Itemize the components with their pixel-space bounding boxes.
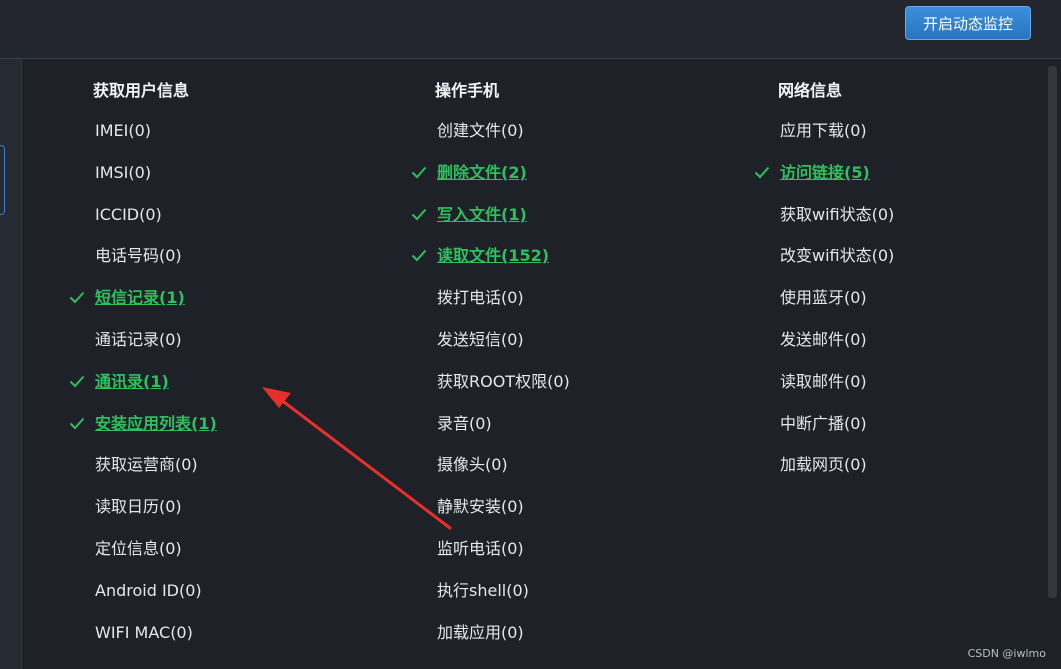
- item-label: IMSI(0): [95, 162, 152, 182]
- item-label: 改变wifi状态(0): [780, 246, 895, 266]
- check-icon: [411, 235, 429, 277]
- left-sidebar-strip: [0, 59, 22, 669]
- list-item: IMEI(0): [95, 110, 217, 152]
- item-label: 加载应用(0): [437, 622, 524, 642]
- item-label: 获取ROOT权限(0): [437, 371, 570, 391]
- start-dynamic-monitor-button[interactable]: 开启动态监控: [905, 6, 1031, 40]
- check-icon: [411, 152, 429, 194]
- item-label: Android ID(0): [95, 580, 202, 600]
- item-label: 发送短信(0): [437, 329, 524, 349]
- scrollbar[interactable]: [1048, 66, 1057, 598]
- column-title: 网络信息: [778, 81, 843, 100]
- list-item: 中断广播(0): [780, 403, 894, 445]
- list-item: 使用蓝牙(0): [780, 277, 894, 319]
- list-item[interactable]: 删除文件(2): [411, 152, 570, 194]
- list-item: 发送短信(0): [437, 319, 570, 361]
- item-label: 创建文件(0): [437, 121, 524, 140]
- item-label: 应用下载(0): [780, 121, 867, 140]
- watermark: CSDN @iwlmo: [967, 647, 1046, 660]
- list-item: 发送邮件(0): [780, 319, 894, 361]
- item-label: 发送邮件(0): [780, 329, 867, 349]
- item-link[interactable]: 访问链接(5): [780, 163, 870, 182]
- list-item: 获取运营商(0): [95, 444, 217, 486]
- item-label: 录音(0): [437, 413, 492, 433]
- check-icon: [69, 361, 87, 403]
- item-label: 获取运营商(0): [95, 455, 198, 475]
- check-icon: [411, 194, 429, 236]
- item-label: 使用蓝牙(0): [780, 288, 867, 308]
- list-item[interactable]: 写入文件(1): [411, 194, 570, 236]
- check-icon: [69, 403, 87, 445]
- list-item: WIFI MAC(0): [95, 612, 217, 654]
- check-icon: [754, 152, 772, 194]
- list-item: Android ID(0): [95, 570, 217, 612]
- item-link[interactable]: 读取文件(152): [437, 246, 549, 265]
- list-item: IMSI(0): [95, 152, 217, 194]
- list-item: ICCID(0): [95, 194, 217, 236]
- item-link[interactable]: 写入文件(1): [437, 205, 527, 224]
- item-link[interactable]: 安装应用列表(1): [95, 414, 217, 433]
- item-label: 执行shell(0): [437, 580, 529, 600]
- list-item: 电话号码(0): [95, 235, 217, 277]
- item-label: 读取邮件(0): [780, 371, 867, 391]
- check-icon: [69, 277, 87, 319]
- column-title: 获取用户信息: [93, 81, 190, 100]
- column-network-info: 网络信息 应用下载(0) 访问链接(5) 获取wifi状态(0) 改变wifi状态(0…: [754, 72, 894, 486]
- item-label: 读取日历(0): [95, 497, 182, 517]
- list-item[interactable]: 短信记录(1): [69, 277, 217, 319]
- list-item: 通话记录(0): [95, 319, 217, 361]
- list-item[interactable]: 安装应用列表(1): [69, 403, 217, 445]
- list-item: 执行shell(0): [437, 570, 570, 612]
- column-title: 操作手机: [435, 81, 500, 100]
- sidebar-tab-edge[interactable]: [0, 145, 5, 215]
- item-label: 摄像头(0): [437, 455, 508, 475]
- item-label: 电话号码(0): [95, 246, 182, 266]
- item-label: 中断广播(0): [780, 413, 867, 433]
- list-item: 加载应用(0): [437, 612, 570, 654]
- item-label: ICCID(0): [95, 204, 162, 224]
- list-item: 定位信息(0): [95, 528, 217, 570]
- list-item: 获取ROOT权限(0): [437, 361, 570, 403]
- list-item: 摄像头(0): [437, 444, 570, 486]
- list-item[interactable]: 读取文件(152): [411, 235, 570, 277]
- item-label: 监听电话(0): [437, 538, 524, 558]
- item-label: 拨打电话(0): [437, 288, 524, 308]
- list-item: 创建文件(0): [437, 110, 570, 152]
- list-item: 读取日历(0): [95, 486, 217, 528]
- list-item: 读取邮件(0): [780, 361, 894, 403]
- item-label: IMEI(0): [95, 121, 152, 140]
- item-label: 获取wifi状态(0): [780, 204, 895, 224]
- list-item: 监听电话(0): [437, 528, 570, 570]
- list-item: 加载网页(0): [780, 444, 894, 486]
- item-label: 定位信息(0): [95, 538, 182, 558]
- column-user-info: 获取用户信息 IMEI(0) IMSI(0) ICCID(0) 电话号码(0) 短信记录…: [69, 72, 217, 654]
- list-item[interactable]: 通讯录(1): [69, 361, 217, 403]
- item-label: 加载网页(0): [780, 455, 867, 475]
- list-item: 拨打电话(0): [437, 277, 570, 319]
- item-link[interactable]: 删除文件(2): [437, 163, 527, 182]
- item-label: 通话记录(0): [95, 329, 182, 349]
- list-item: 应用下载(0): [780, 110, 894, 152]
- list-item[interactable]: 访问链接(5): [754, 152, 894, 194]
- item-link[interactable]: 短信记录(1): [95, 288, 185, 307]
- item-link[interactable]: 通讯录(1): [95, 372, 169, 391]
- item-label: WIFI MAC(0): [95, 622, 193, 642]
- list-item: 获取wifi状态(0): [780, 194, 894, 236]
- column-phone-operations: 操作手机 创建文件(0) 删除文件(2) 写入文件(1) 读取文件(152) 拨打电话(…: [411, 72, 570, 654]
- top-toolbar: 开启动态监控: [0, 0, 1061, 59]
- list-item: 静默安装(0): [437, 486, 570, 528]
- list-item: 改变wifi状态(0): [780, 235, 894, 277]
- item-label: 静默安装(0): [437, 497, 524, 517]
- list-item: 录音(0): [437, 403, 570, 445]
